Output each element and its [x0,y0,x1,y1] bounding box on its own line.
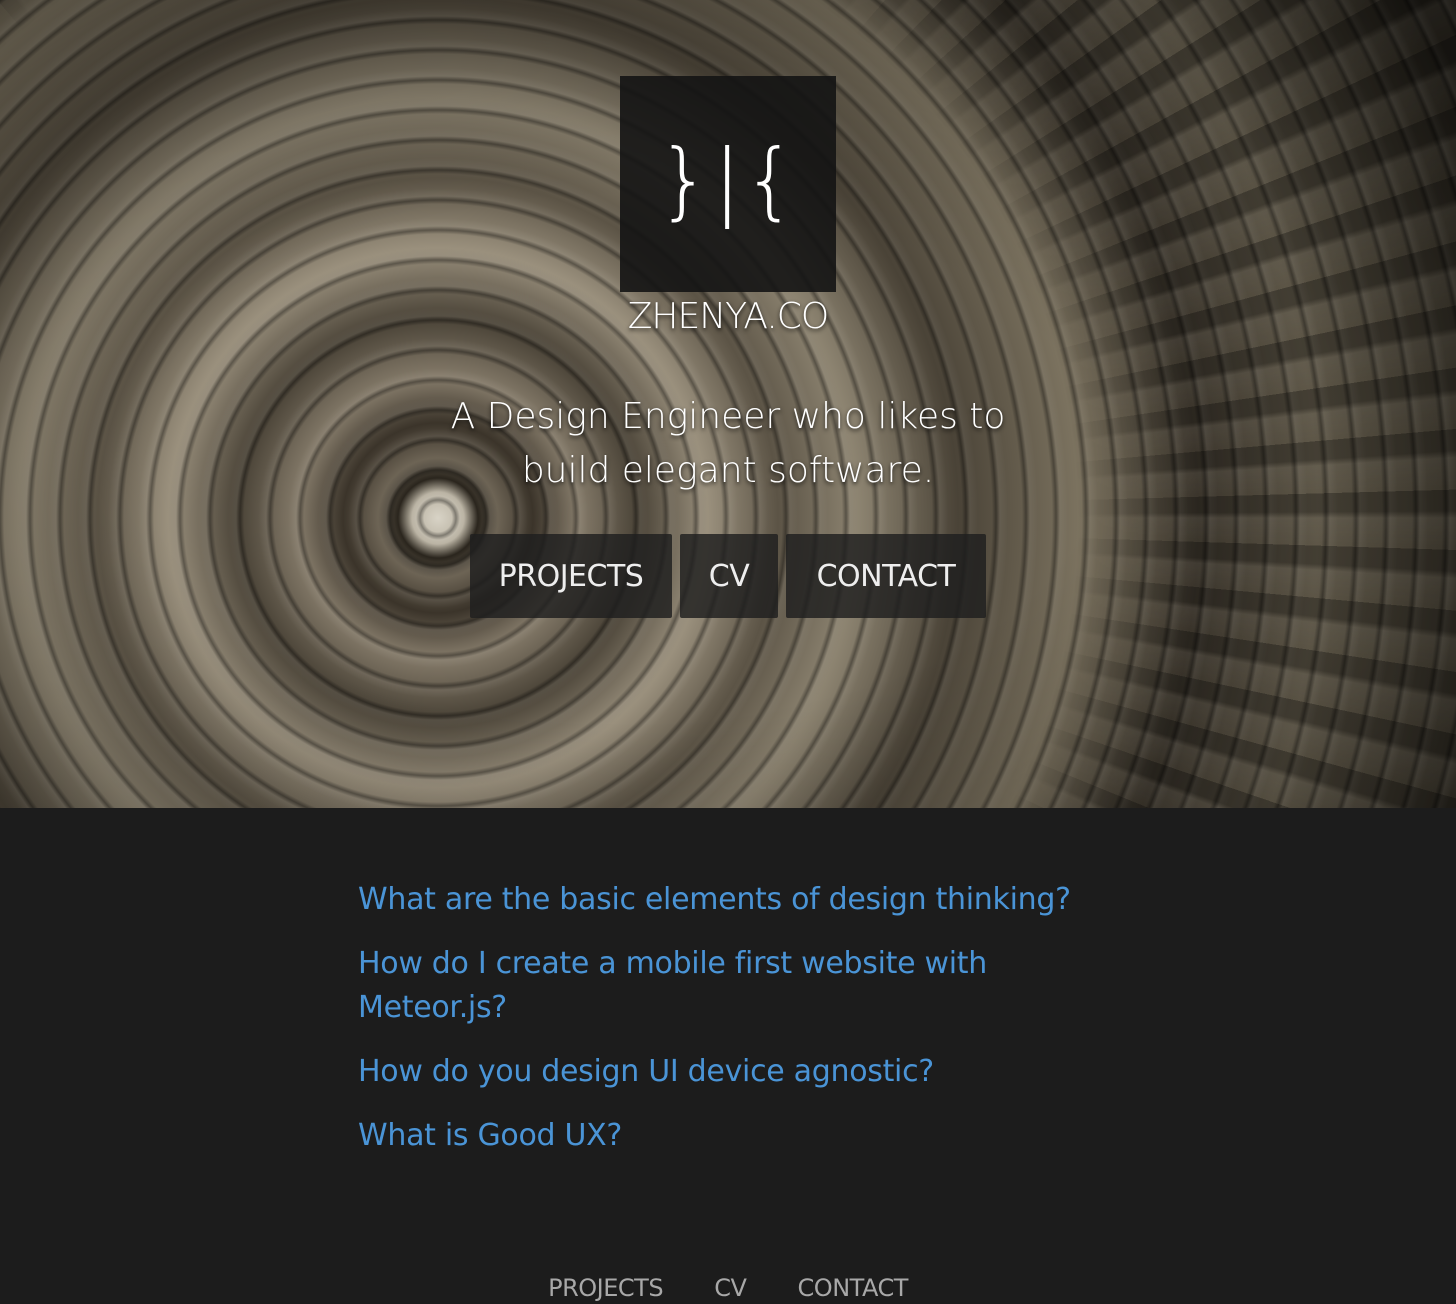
footer-cv-link[interactable]: CV [714,1274,747,1302]
footer-projects-link[interactable]: PROJECTS [548,1274,663,1302]
hero-banner: }|{ ZHENYA.CO A Design Engineer who like… [0,0,1456,808]
questions-list: What are the basic elements of design th… [358,878,1078,1178]
nav-cv-button[interactable]: CV [680,534,778,618]
footer-nav: PROJECTS CV CONTACT [0,1274,1456,1302]
question-link-device-agnostic-ui[interactable]: How do you design UI device agnostic? [358,1050,1078,1094]
nav-projects-button[interactable]: PROJECTS [470,534,672,618]
question-link-design-thinking[interactable]: What are the basic elements of design th… [358,878,1078,922]
logo-mark: }|{ [657,131,799,229]
tagline: A Design Engineer who likes to build ele… [450,396,1006,491]
logo[interactable]: }|{ [620,76,836,292]
site-name: ZHENYA.CO [627,296,830,337]
question-link-good-ux[interactable]: What is Good UX? [358,1114,1078,1158]
question-link-mobile-first-meteor[interactable]: How do I create a mobile first website w… [358,942,1078,1030]
footer-contact-link[interactable]: CONTACT [798,1274,909,1302]
nav-contact-button[interactable]: CONTACT [786,534,986,618]
